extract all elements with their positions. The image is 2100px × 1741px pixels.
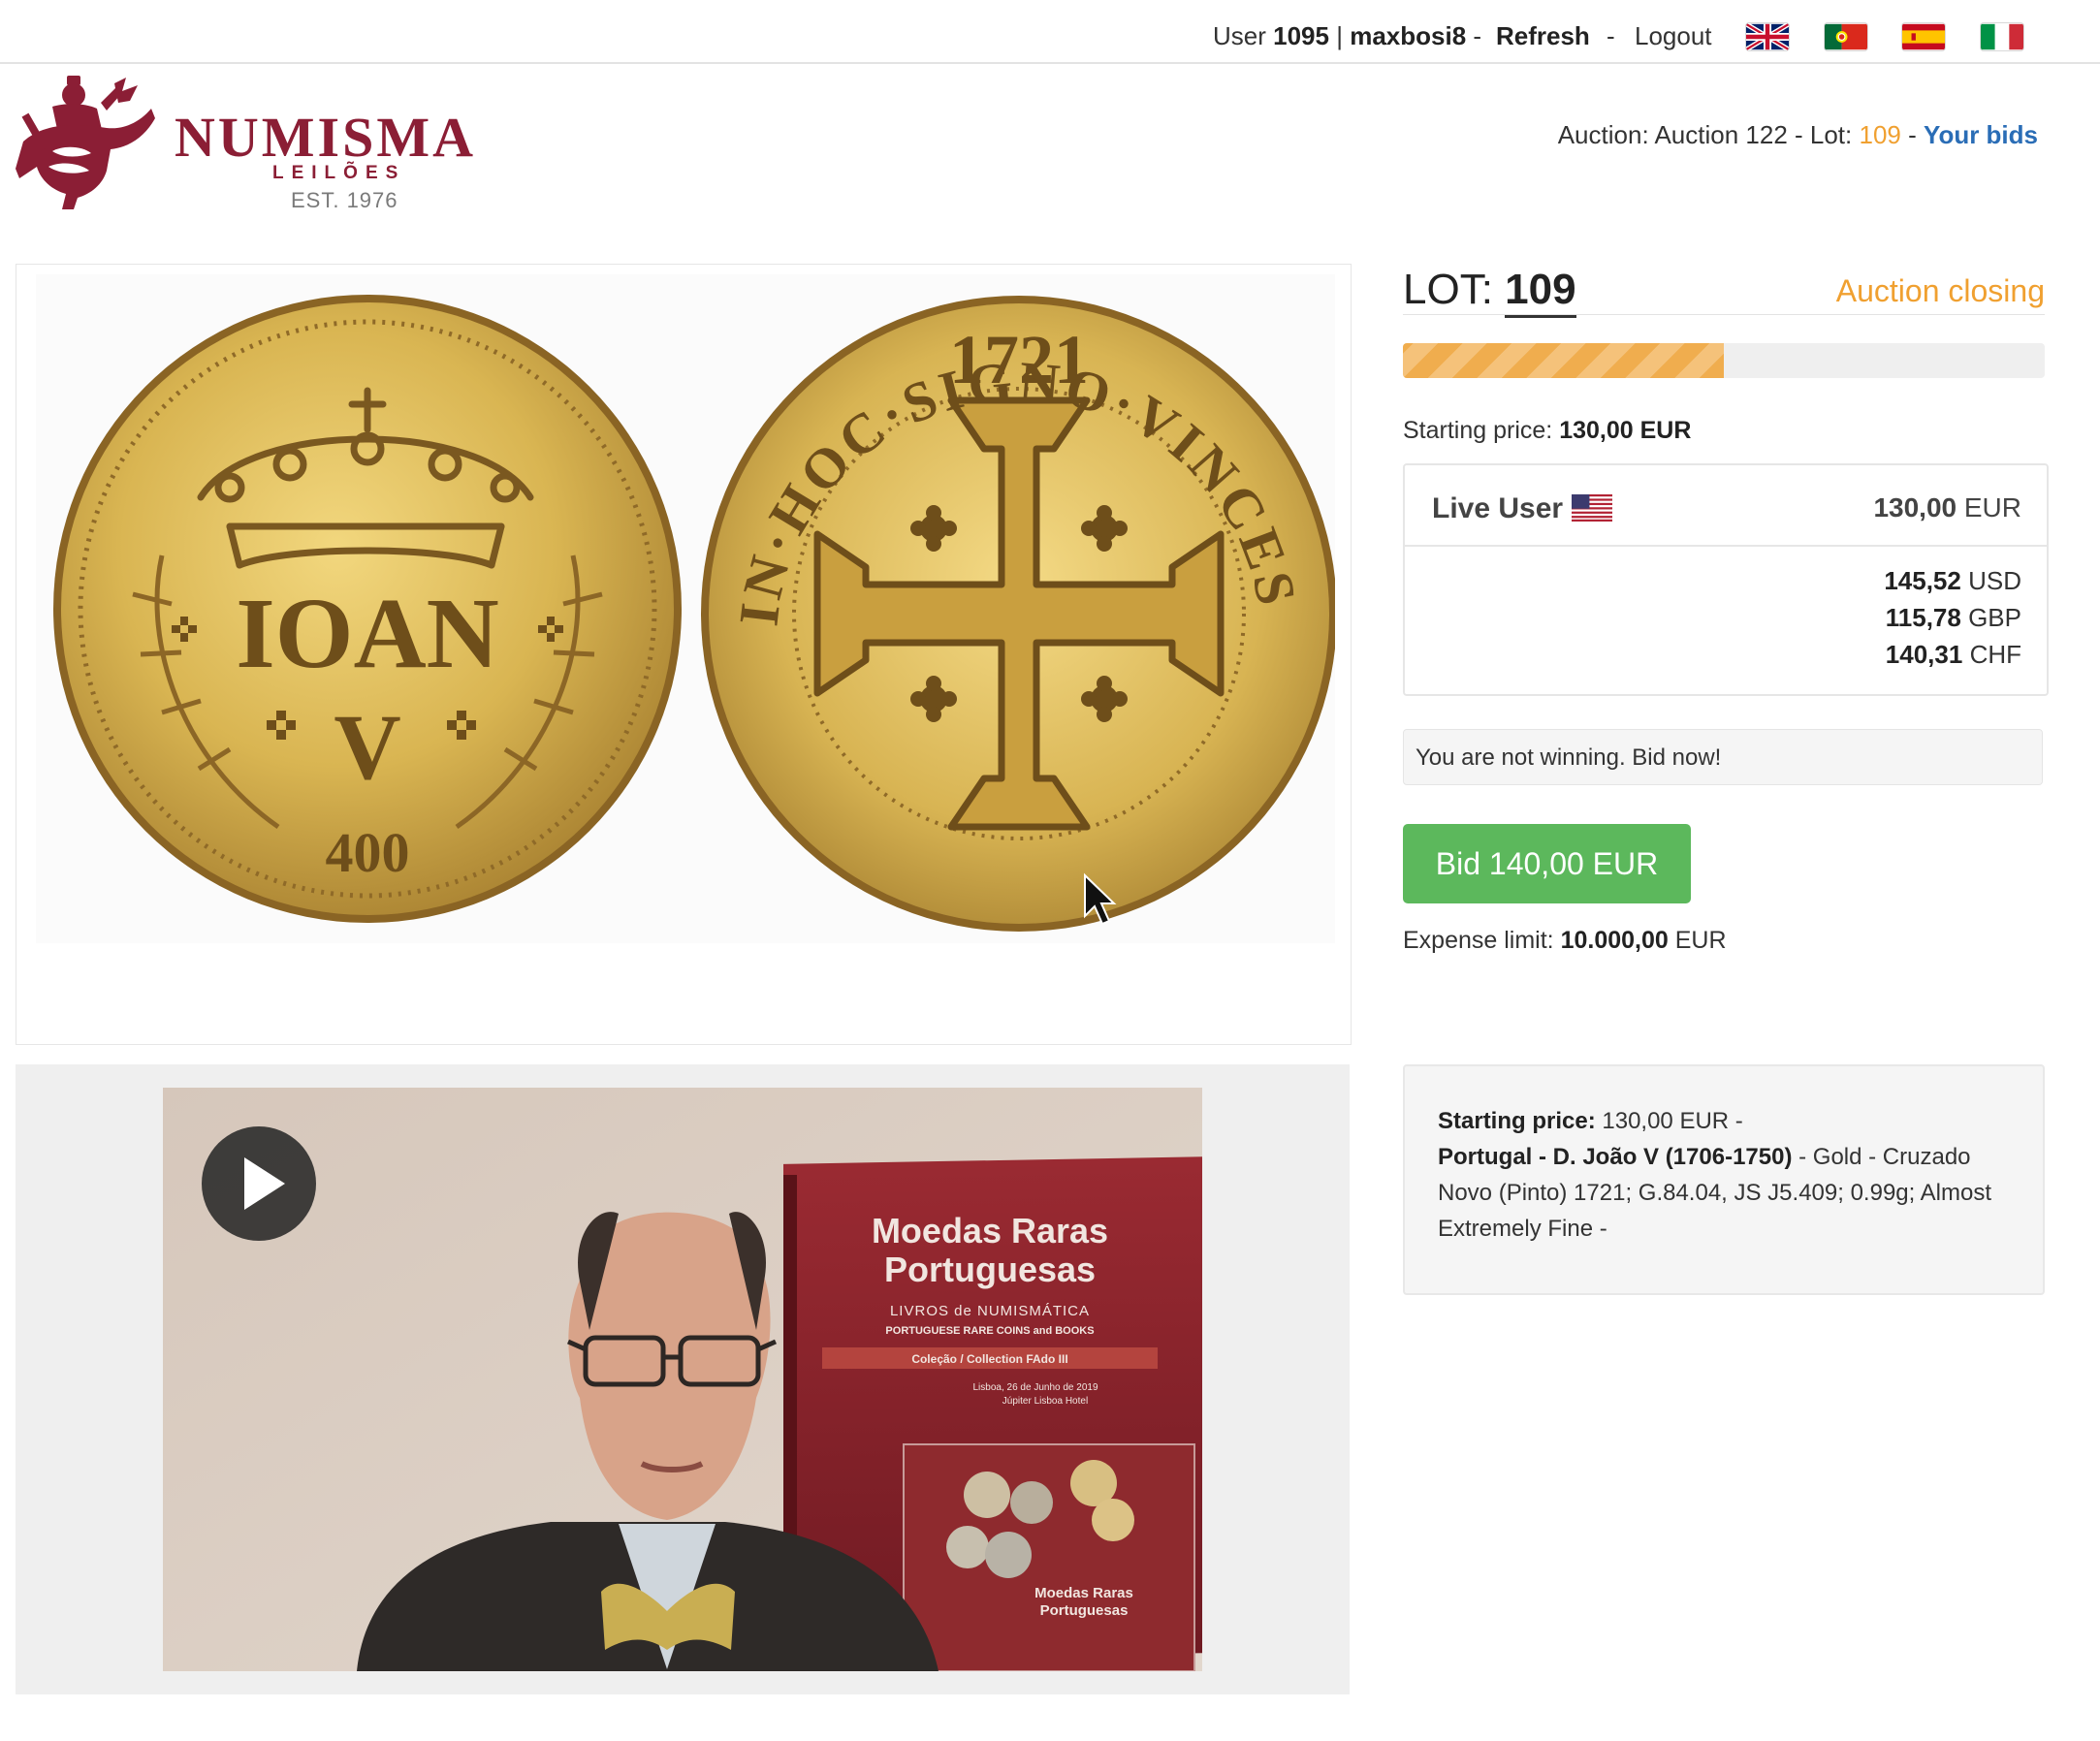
refresh-link[interactable]: Refresh <box>1496 21 1590 51</box>
auction-lot-number: 109 <box>1859 120 1901 149</box>
coin-obverse: IOAN V 400 <box>53 295 682 923</box>
description-start-value: 130,00 EUR - <box>1602 1108 1743 1134</box>
coin-obverse-v: V <box>334 695 400 799</box>
banner-book: Moedas Raras Portuguesas <box>903 1443 1195 1671</box>
auction-progress-bar <box>1403 343 2045 378</box>
lot-description: Starting price: 130,00 EUR - Portugal - … <box>1403 1064 2045 1295</box>
current-bid-value: 130,00 <box>1873 492 1957 522</box>
brand-name: NUMISMA <box>175 106 476 169</box>
conversion-usd-currency: USD <box>1968 566 2021 595</box>
conversion-gbp-currency: GBP <box>1968 603 2021 632</box>
conversion-gbp: 115,78 GBP <box>1886 603 2021 633</box>
lot-number: 109 <box>1505 266 1576 318</box>
starting-price: Starting price: 130,00 EUR <box>1403 417 1691 445</box>
user-info: User 1095 | maxbosi8 - <box>1213 21 1481 51</box>
conversion-chf-amount: 140,31 <box>1885 640 1963 669</box>
expense-currency: EUR <box>1674 927 1727 954</box>
top-bar: User 1095 | maxbosi8 - Refresh - Logout <box>0 0 2100 64</box>
expense-value: 10.000,00 <box>1560 927 1669 954</box>
bid-button[interactable]: Bid 140,00 EUR <box>1403 824 1691 903</box>
current-bid-box: Live User 130,00 EUR 145,52 USD 115,78 G… <box>1403 463 2049 696</box>
user-dash: - <box>1473 21 1482 50</box>
current-bid-amount: 130,00 EUR <box>1873 492 2021 523</box>
banner-collection: Coleção / Collection FAdo III <box>911 1352 1067 1366</box>
username: maxbosi8 <box>1350 21 1467 50</box>
current-bid-currency: EUR <box>1963 492 2021 522</box>
auction-separator: - <box>1908 120 1917 149</box>
video-frame: Moedas Raras Portuguesas LIVROS de NUMIS… <box>163 1088 1202 1671</box>
banner-venue: Júpiter Lisboa Hotel <box>1002 1396 1088 1407</box>
brand-established: EST. 1976 <box>291 188 398 212</box>
bid-status-message: You are not winning. Bid now! <box>1403 729 2043 785</box>
coin-image-panel: IOAN V 400 1721 IN·HOC·SIGNO·VINCES <box>16 264 1352 1045</box>
book-title-1: Moedas Raras <box>1034 1585 1133 1601</box>
topbar-dash: - <box>1607 21 1615 50</box>
banner-subtitle-2: PORTUGUESE RARE COINS and BOOKS <box>885 1325 1094 1337</box>
expense-label: Expense limit: <box>1403 927 1554 954</box>
user-id: 1095 <box>1273 21 1329 50</box>
auction-status: Auction closing <box>1835 273 2045 308</box>
starting-price-value: 130,00 EUR <box>1559 417 1692 444</box>
divider <box>1403 314 2045 315</box>
description-start-label: Starting price: <box>1438 1108 1596 1134</box>
coin-reverse: 1721 IN·HOC·SIGNO·VINCES <box>701 296 1335 932</box>
your-bids-link[interactable]: Your bids <box>1924 120 2038 149</box>
coin-obverse-value: 400 <box>326 821 410 884</box>
bidder-name: Live User <box>1432 492 1564 524</box>
spain-flag-icon[interactable] <box>1902 23 1945 50</box>
book-title-2: Portuguesas <box>1040 1602 1129 1619</box>
user-prefix: User <box>1213 21 1266 50</box>
us-flag-icon <box>1572 494 1612 522</box>
lot-title: LOT: 109 <box>1403 266 1576 318</box>
user-separator: | <box>1336 21 1343 50</box>
brand-subtitle: LEILÕES <box>272 163 406 183</box>
banner-subtitle-1: LIVROS de NUMISMÁTICA <box>890 1303 1090 1319</box>
conversion-usd: 145,52 USD <box>1884 566 2021 596</box>
conversion-usd-amount: 145,52 <box>1884 566 1961 595</box>
description-title: Portugal - D. João V (1706-1750) <box>1438 1144 1793 1170</box>
banner-title-1: Moedas Raras <box>872 1211 1108 1250</box>
auctioneer-video[interactable]: Moedas Raras Portuguesas LIVROS de NUMIS… <box>163 1088 1202 1671</box>
banner-title-2: Portuguesas <box>884 1250 1096 1289</box>
play-icon[interactable] <box>202 1126 316 1241</box>
video-panel: Moedas Raras Portuguesas LIVROS de NUMIS… <box>16 1064 1350 1694</box>
auction-progress-fill <box>1403 343 1724 378</box>
logout-link[interactable]: Logout <box>1635 21 1712 51</box>
conversion-chf: 140,31 CHF <box>1886 640 2021 670</box>
portugal-flag-icon[interactable] <box>1825 23 1867 50</box>
uk-flag-icon[interactable] <box>1746 23 1789 50</box>
starting-price-label: Starting price: <box>1403 417 1553 444</box>
auction-label: Auction: Auction 122 - Lot: <box>1557 120 1853 149</box>
numisma-logo-icon[interactable] <box>14 74 159 211</box>
coin-obverse-text: IOAN <box>236 578 499 689</box>
italy-flag-icon[interactable] <box>1981 23 2023 50</box>
conversion-chf-currency: CHF <box>1969 640 2021 669</box>
current-bid-row: Live User 130,00 EUR <box>1405 465 2047 547</box>
lot-label: LOT: <box>1403 266 1493 313</box>
coin-image[interactable]: IOAN V 400 1721 IN·HOC·SIGNO·VINCES <box>36 274 1335 943</box>
conversion-gbp-amount: 115,78 <box>1885 603 1961 632</box>
expense-limit: Expense limit: 10.000,00 EUR <box>1403 927 1727 955</box>
auction-breadcrumb: Auction: Auction 122 - Lot: 109 - Your b… <box>1558 120 2038 150</box>
banner-date: Lisboa, 26 de Junho de 2019 <box>973 1382 1098 1393</box>
